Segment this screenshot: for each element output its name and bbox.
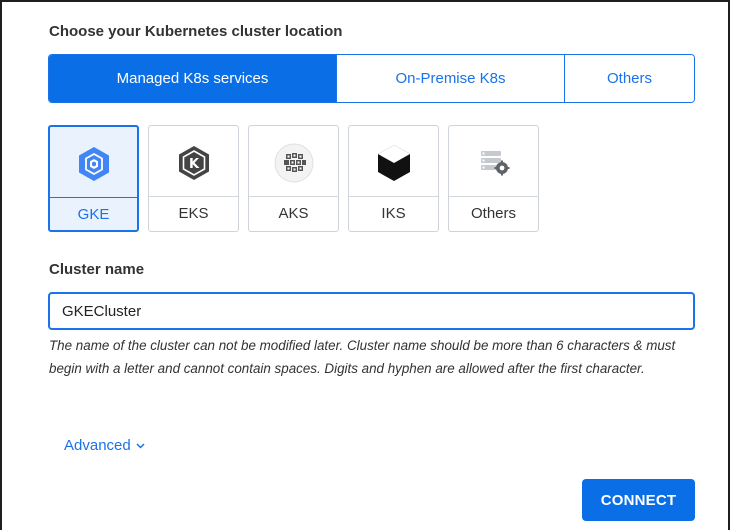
advanced-label: Advanced (64, 437, 131, 454)
provider-card-iks[interactable]: IKS (348, 125, 439, 232)
provider-label-iks: IKS (381, 205, 406, 222)
svg-text:K: K (188, 157, 199, 172)
gke-icon (50, 139, 137, 189)
cluster-name-label: Cluster name (49, 261, 145, 278)
cluster-location-panel: Choose your Kubernetes cluster location … (0, 0, 730, 530)
provider-label-aks: AKS (278, 205, 309, 222)
provider-card-others[interactable]: Others (448, 125, 539, 232)
aks-icon (249, 138, 338, 188)
chevron-down-icon (136, 442, 145, 449)
others-server-icon (449, 138, 538, 188)
eks-icon: K (149, 138, 238, 188)
cluster-name-input[interactable] (48, 292, 695, 330)
tab-others[interactable]: Others (565, 55, 694, 102)
card-divider (249, 196, 338, 197)
section-title: Choose your Kubernetes cluster location (49, 23, 343, 40)
provider-label-others: Others (470, 205, 516, 222)
cluster-name-help-text: The name of the cluster can not be modif… (49, 338, 676, 376)
provider-card-eks[interactable]: K EKS (148, 125, 239, 232)
provider-card-aks[interactable]: AKS (248, 125, 339, 232)
connect-button[interactable]: CONNECT (582, 479, 695, 521)
card-divider (349, 196, 438, 197)
card-divider (449, 196, 538, 197)
tab-managed-k8s[interactable]: Managed K8s services (49, 55, 337, 102)
provider-card-gke[interactable]: GKE (48, 125, 139, 232)
provider-label-eks: EKS (178, 205, 209, 222)
provider-list: GKE K EKS AKS IKS Others (48, 125, 548, 232)
tab-on-premise-k8s[interactable]: On-Premise K8s (337, 55, 565, 102)
card-divider (50, 197, 137, 198)
provider-label-gke: GKE (77, 206, 110, 223)
card-divider (149, 196, 238, 197)
iks-icon (349, 138, 438, 188)
location-tabs: Managed K8s services On-Premise K8s Othe… (48, 54, 695, 103)
advanced-toggle[interactable]: Advanced (64, 437, 145, 454)
